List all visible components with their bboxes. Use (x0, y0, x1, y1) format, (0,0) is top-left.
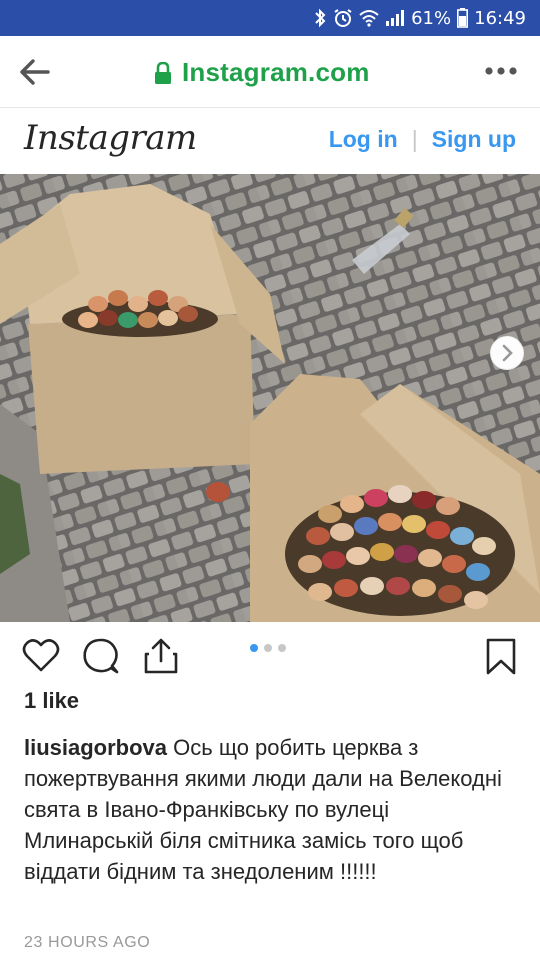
carousel-next-icon[interactable] (490, 336, 524, 370)
bookmark-icon[interactable] (482, 637, 520, 675)
photo-illustration (0, 174, 540, 622)
battery-percentage: 61% (411, 7, 452, 29)
signal-icon (386, 10, 405, 26)
battery-icon (457, 8, 469, 28)
signup-link[interactable]: Sign up (432, 126, 516, 153)
carousel-indicator (250, 644, 286, 652)
browser-toolbar: Instagram.com (0, 36, 540, 108)
url-text[interactable]: Instagram.com (182, 57, 370, 88)
instagram-header: Instagram Log in | Sign up (0, 108, 540, 174)
alarm-icon (334, 9, 352, 27)
more-dots-icon[interactable] (484, 65, 518, 77)
status-bar: 61% 16:49 (0, 0, 540, 36)
loose-egg (206, 482, 230, 502)
login-link[interactable]: Log in (329, 126, 398, 153)
carousel-dot (278, 644, 286, 652)
carousel-dot (250, 644, 258, 652)
post-actions (0, 622, 540, 688)
post-photo[interactable] (0, 174, 540, 622)
caption-username[interactable]: liusiagorbova (24, 735, 167, 760)
address-bar[interactable]: Instagram.com (154, 57, 370, 88)
instagram-logo[interactable]: Instagram (24, 118, 197, 158)
status-icons: 61% 16:49 (313, 0, 526, 36)
back-arrow-icon[interactable] (20, 58, 50, 86)
auth-separator: | (411, 126, 418, 152)
post-timestamp: 23 HOURS AGO (24, 934, 151, 951)
comment-icon[interactable] (82, 637, 120, 675)
lock-icon (155, 61, 171, 84)
like-count[interactable]: 1 like (24, 688, 79, 714)
heart-icon[interactable] (22, 637, 60, 675)
bluetooth-icon (315, 8, 326, 28)
carousel-dot (264, 644, 272, 652)
share-icon[interactable] (142, 637, 180, 675)
auth-links: Log in | Sign up (329, 126, 516, 153)
clock: 16:49 (474, 7, 526, 29)
wifi-icon (359, 10, 379, 27)
post-caption: liusiagorbova Ось що робить церква з пож… (24, 732, 520, 887)
